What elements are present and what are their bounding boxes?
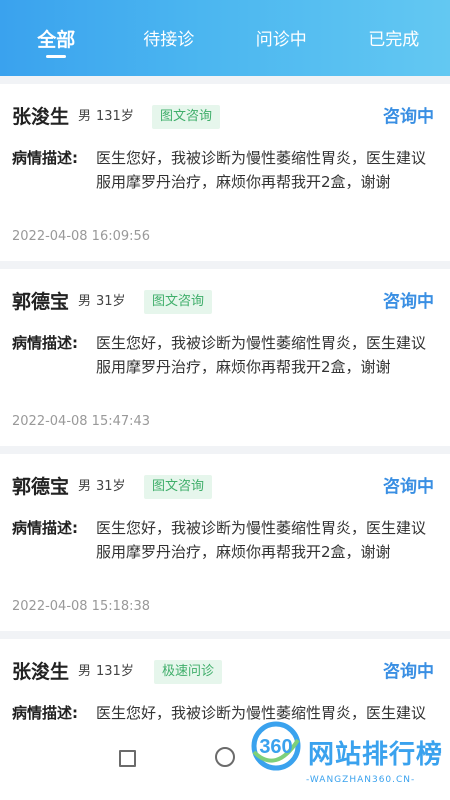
- tab-completed[interactable]: 已完成: [338, 24, 450, 60]
- patient-name: 张浚生: [12, 106, 70, 128]
- circle-icon[interactable]: [215, 747, 235, 767]
- status-label: 咨询中: [383, 107, 434, 127]
- consultation-card[interactable]: 郭德宝 男 31岁 图文咨询 咨询中 病情描述: 医生您好，我被诊断为慢性萎缩性…: [0, 269, 450, 446]
- tab-in-progress[interactable]: 问诊中: [225, 24, 338, 60]
- watermark-logo-text: 360: [259, 736, 292, 758]
- watermark-title: 网站排行榜: [308, 740, 444, 770]
- patient-name: 郭德宝: [12, 476, 70, 498]
- consult-type-badge: 极速问诊: [154, 660, 223, 684]
- consult-type-badge: 图文咨询: [152, 105, 221, 129]
- status-label: 咨询中: [383, 477, 434, 497]
- tab-label: 待接诊: [143, 30, 195, 50]
- card-header: 郭德宝 男 31岁 图文咨询 咨询中: [12, 289, 434, 315]
- patient-age: 131岁: [96, 664, 134, 679]
- timestamp: 2022-04-08 15:18:38: [12, 599, 151, 614]
- patient-gender: 男: [78, 294, 92, 309]
- square-icon[interactable]: [119, 750, 136, 767]
- condition-description: 病情描述: 医生您好，我被诊断为慢性萎缩性胃炎，医生建议服用摩罗丹治疗，麻烦你再…: [12, 516, 438, 588]
- description-label: 病情描述:: [12, 334, 78, 352]
- app-screen: 全部 待接诊 问诊中 已完成 张浚生 男 131岁 图文咨询 咨询中 病情描述:…: [0, 0, 450, 800]
- tab-pending[interactable]: 待接诊: [113, 24, 226, 60]
- watermark: 360 网站排行榜 -WANGZHAN360.CN-: [242, 718, 450, 800]
- watermark-subtitle: -WANGZHAN360.CN-: [306, 775, 416, 785]
- patient-age: 131岁: [96, 109, 134, 124]
- consultation-list[interactable]: 张浚生 男 131岁 图文咨询 咨询中 病情描述: 医生您好，我被诊断为慢性萎缩…: [0, 76, 450, 720]
- consultation-card[interactable]: 郭德宝 男 31岁 图文咨询 咨询中 病情描述: 医生您好，我被诊断为慢性萎缩性…: [0, 454, 450, 631]
- patient-age: 31岁: [96, 294, 126, 309]
- patient-gender: 男: [78, 664, 92, 679]
- description-text: 医生您好，我被诊断为慢性萎缩性胃炎，医生建议服用摩罗丹治疗，麻烦你再帮我开2盒，…: [96, 519, 427, 561]
- timestamp: 2022-04-08 15:47:43: [12, 414, 151, 429]
- tab-all[interactable]: 全部: [0, 24, 113, 60]
- tab-active-indicator: [46, 55, 67, 58]
- consultation-card[interactable]: 张浚生 男 131岁 极速问诊 咨询中 病情描述: 医生您好，我被诊断为慢性萎缩…: [0, 639, 450, 720]
- tab-label: 问诊中: [255, 30, 307, 50]
- description-label: 病情描述:: [12, 519, 78, 537]
- tab-label: 已完成: [368, 30, 420, 50]
- patient-gender: 男: [78, 109, 92, 124]
- condition-description: 病情描述: 医生您好，我被诊断为慢性萎缩性胃炎，医生建议服用摩罗丹治疗，麻烦你再…: [12, 146, 438, 218]
- description-label: 病情描述:: [12, 149, 78, 167]
- status-label: 咨询中: [383, 662, 434, 682]
- patient-name: 郭德宝: [12, 291, 70, 313]
- description-label: 病情描述:: [12, 704, 78, 720]
- consult-type-badge: 图文咨询: [144, 290, 213, 314]
- card-header: 张浚生 男 131岁 极速问诊 咨询中: [12, 659, 434, 685]
- condition-description: 病情描述: 医生您好，我被诊断为慢性萎缩性胃炎，医生建议服用摩罗丹治疗，麻烦你再…: [12, 331, 438, 403]
- tab-label: 全部: [37, 29, 76, 51]
- patient-age: 31岁: [96, 479, 126, 494]
- watermark-logo-icon: 360: [251, 721, 301, 771]
- patient-name: 张浚生: [12, 661, 70, 683]
- consult-type-badge: 图文咨询: [144, 475, 213, 499]
- description-text: 医生您好，我被诊断为慢性萎缩性胃炎，医生建议服用摩罗丹治疗，麻烦你再帮我开2盒，…: [96, 334, 427, 376]
- card-header: 郭德宝 男 31岁 图文咨询 咨询中: [12, 474, 434, 500]
- tab-bar: 全部 待接诊 问诊中 已完成: [0, 24, 450, 60]
- description-text: 医生您好，我被诊断为慢性萎缩性胃炎，医生建议服用摩罗丹治疗，麻烦你再帮我开2盒，…: [96, 149, 427, 191]
- card-header: 张浚生 男 131岁 图文咨询 咨询中: [12, 104, 434, 130]
- header-bar: 全部 待接诊 问诊中 已完成: [0, 0, 450, 76]
- patient-gender: 男: [78, 479, 92, 494]
- consultation-card[interactable]: 张浚生 男 131岁 图文咨询 咨询中 病情描述: 医生您好，我被诊断为慢性萎缩…: [0, 84, 450, 261]
- status-label: 咨询中: [383, 292, 434, 312]
- timestamp: 2022-04-08 16:09:56: [12, 229, 151, 244]
